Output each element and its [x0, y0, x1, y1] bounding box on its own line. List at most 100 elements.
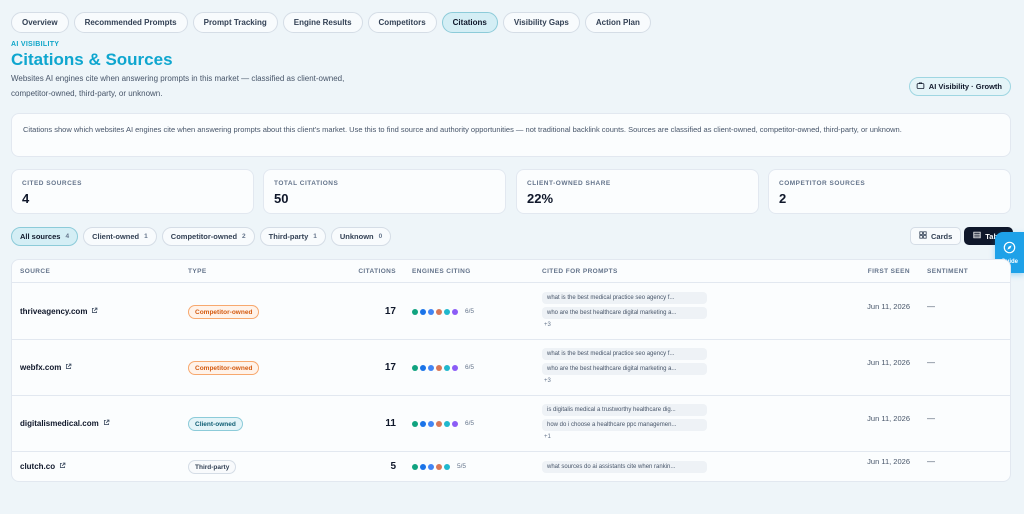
filter-label: All sources — [20, 232, 61, 241]
tab-prompt-tracking[interactable]: Prompt Tracking — [192, 12, 278, 33]
citation-count: 17 — [384, 306, 396, 317]
first-seen-date: Jun 11, 2026 — [867, 302, 910, 311]
external-link-icon[interactable] — [59, 462, 66, 471]
table-row[interactable]: thriveagency.com Competitor-owned 17 6/5 wha… — [12, 284, 1010, 340]
engine-dot — [428, 463, 434, 470]
col-type[interactable]: TYPE — [188, 268, 207, 275]
engine-dot — [420, 463, 426, 470]
filter-count: 1 — [144, 233, 148, 240]
filter-count: 2 — [242, 233, 246, 240]
engine-dot — [444, 463, 450, 470]
cards-view-button[interactable]: Cards — [910, 227, 962, 245]
prompt-chip[interactable]: what is the best medical practice seo ag… — [542, 292, 707, 304]
cited-prompts: what is the best medical practice seo ag… — [542, 348, 707, 384]
sentiment-value: — — [927, 302, 935, 311]
filter-count: 4 — [65, 233, 70, 240]
engine-dot — [436, 308, 442, 315]
first-seen-date: Jun 11, 2026 — [867, 414, 910, 423]
engine-dot — [436, 420, 442, 427]
tab-competitors[interactable]: Competitors — [367, 12, 437, 33]
prompt-chip[interactable]: who are the best healthcare digital mark… — [542, 307, 707, 319]
plan-badge-label: AI Visibility · Growth — [928, 82, 1002, 91]
citation-count: 5 — [390, 461, 396, 472]
citations-table: SOURCE TYPE CITATIONS ENGINES CITING CIT… — [11, 259, 1011, 482]
filter-competitor-owned[interactable]: Competitor-owned 2 — [161, 227, 255, 246]
tab-action-plan[interactable]: Action Plan — [584, 12, 651, 33]
cited-prompts: is digitalis medical a trustworthy healt… — [542, 404, 707, 440]
filter-all-sources[interactable]: All sources 4 — [11, 227, 79, 246]
tab-recommended-prompts[interactable]: Recommended Prompts — [73, 12, 188, 33]
col-sentiment[interactable]: SENTIMENT — [927, 268, 968, 275]
filter-count: 1 — [313, 233, 317, 240]
engine-dot — [428, 420, 434, 427]
type-badge: Competitor-owned — [188, 305, 260, 319]
prompt-chip[interactable]: what sources do ai assistants cite when … — [542, 461, 707, 473]
source-domain: digitalismedical.com — [20, 419, 99, 428]
filter-label: Third-party — [268, 232, 309, 241]
info-box: Citations show which websites AI engines… — [11, 113, 1011, 157]
info-text: Citations show which websites AI engines… — [23, 125, 902, 134]
compass-icon — [1003, 241, 1016, 256]
cards-view-label: Cards — [931, 231, 953, 241]
grid-icon — [919, 231, 927, 241]
table-row[interactable]: digitalismedical.com Client-owned 11 6/5 is … — [12, 396, 1010, 452]
col-cited-for-prompts[interactable]: CITED FOR PROMPTS — [542, 268, 618, 275]
more-prompts-link[interactable]: +1 — [544, 434, 707, 440]
prompt-chip[interactable]: who are the best healthcare digital mark… — [542, 363, 707, 375]
external-link-icon[interactable] — [103, 419, 110, 428]
tab-overview[interactable]: Overview — [11, 12, 69, 33]
source-domain: thriveagency.com — [20, 307, 88, 316]
col-first-seen[interactable]: FIRST SEEN — [868, 268, 910, 275]
filter-third-party[interactable]: Third-party 1 — [259, 227, 326, 246]
engines-count: 6/5 — [465, 420, 475, 427]
prompt-chip[interactable]: how do i choose a healthcare ppc managem… — [542, 419, 707, 431]
stat-client-owned-share: CLIENT-OWNED SHARE 22% — [516, 169, 759, 214]
stat-cited-sources: CITED SOURCES 4 — [11, 169, 254, 214]
col-source[interactable]: SOURCE — [20, 268, 50, 275]
filter-client-owned[interactable]: Client-owned 1 — [83, 227, 157, 246]
more-prompts-link[interactable]: +3 — [544, 378, 707, 384]
engine-dot — [428, 364, 434, 371]
engines-citing: 6/5 — [412, 420, 474, 427]
tab-visibility-gaps[interactable]: Visibility Gaps — [502, 12, 580, 33]
stat-value: 22% — [527, 191, 554, 206]
engine-dot — [412, 364, 418, 371]
engines-count: 6/5 — [465, 308, 475, 315]
type-badge: Competitor-owned — [188, 361, 260, 375]
table-row[interactable]: clutch.co Third-party 5 5/5 what sources do … — [12, 452, 1010, 481]
prompt-chip[interactable]: is digitalis medical a trustworthy healt… — [542, 404, 707, 416]
plan-badge[interactable]: AI Visibility · Growth — [908, 77, 1011, 96]
engine-dot — [444, 308, 450, 315]
source-domain: clutch.co — [20, 462, 56, 471]
col-citations[interactable]: CITATIONS — [358, 268, 396, 275]
source-link[interactable]: digitalismedical.com — [20, 419, 110, 428]
source-link[interactable]: thriveagency.com — [20, 307, 98, 316]
tab-engine-results[interactable]: Engine Results — [282, 12, 363, 33]
engine-dot — [428, 308, 434, 315]
engines-citing: 6/5 — [412, 308, 474, 315]
stat-total-citations: TOTAL CITATIONS 50 — [263, 169, 506, 214]
engine-dot — [412, 308, 418, 315]
more-prompts-link[interactable]: +3 — [544, 322, 707, 328]
engine-dot — [444, 420, 450, 427]
table-row[interactable]: webfx.com Competitor-owned 17 6/5 what is th… — [12, 340, 1010, 396]
col-engines-citing[interactable]: ENGINES CITING — [412, 268, 471, 275]
engines-count: 5/5 — [457, 463, 467, 470]
cited-prompts: what is the best medical practice seo ag… — [542, 292, 707, 328]
source-link[interactable]: webfx.com — [20, 363, 72, 372]
engine-dot — [412, 420, 418, 427]
engine-dot — [436, 463, 442, 470]
filter-unknown[interactable]: Unknown 0 — [330, 227, 392, 246]
source-link[interactable]: clutch.co — [20, 462, 66, 471]
stat-value: 4 — [22, 191, 30, 206]
engines-citing: 5/5 — [412, 463, 466, 470]
page-subtitle: Websites AI engines cite when answering … — [11, 74, 345, 98]
prompt-chip[interactable]: what is the best medical practice seo ag… — [542, 348, 707, 360]
sentiment-value: — — [927, 414, 935, 423]
external-link-icon[interactable] — [91, 307, 98, 316]
stat-competitor-sources: COMPETITOR SOURCES 2 — [768, 169, 1011, 214]
source-domain: webfx.com — [20, 363, 62, 372]
tab-citations[interactable]: Citations — [441, 12, 498, 33]
external-link-icon[interactable] — [65, 363, 72, 372]
stat-label: CLIENT-OWNED SHARE — [527, 180, 611, 187]
